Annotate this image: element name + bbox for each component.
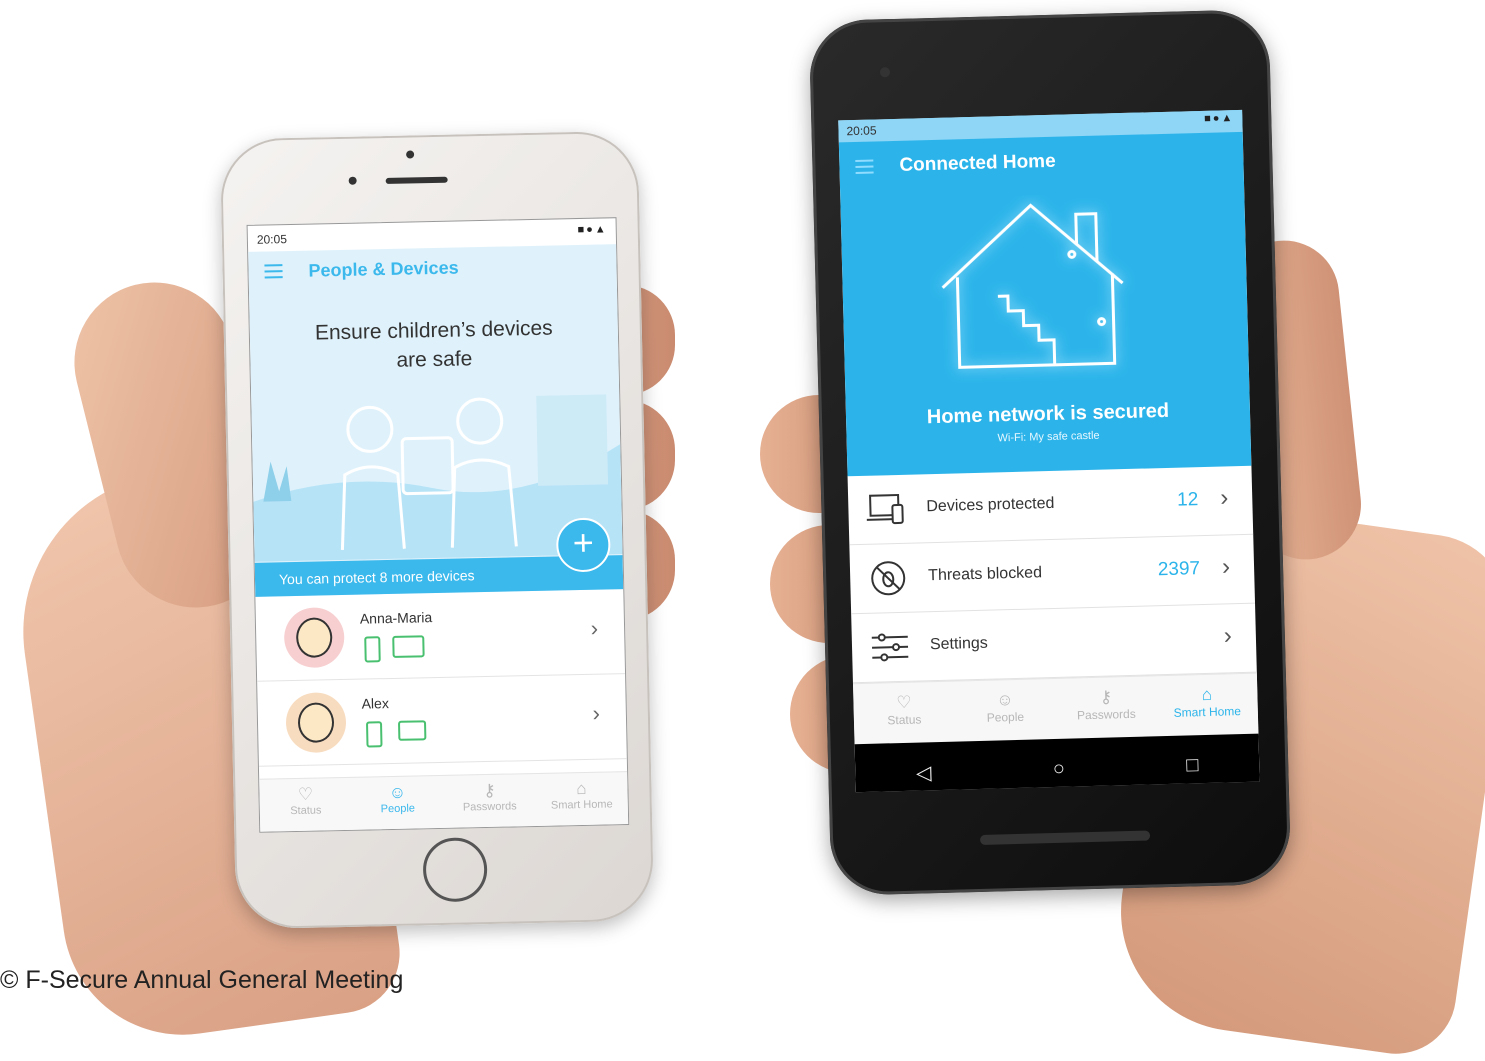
devices-count: 12 [1176,489,1199,511]
home-circle-icon[interactable]: ○ [1053,757,1066,780]
phone-icon [364,636,381,663]
key-icon: ⚷ [1099,687,1113,707]
chevron-right-icon: › [1223,622,1233,650]
person-row-alex[interactable]: Alex › [257,674,627,767]
tab-label: Status [887,712,922,728]
page-title: People & Devices [308,256,459,281]
front-camera [879,67,891,78]
threats-count: 2397 [1157,558,1201,581]
row-label: Settings [929,634,989,654]
chevron-right-icon: › [1221,553,1231,581]
phone-icon [365,721,383,748]
people-devices-screen: 20:05 ■●▲ People & Devices Ensure childr… [246,217,630,833]
tab-label: People [380,802,416,816]
person-name: Anna-Maria [359,609,433,627]
row-devices-protected[interactable]: Devices protected 12 › [847,465,1254,546]
hamburger-menu-icon[interactable] [264,260,283,282]
chevron-right-icon: › [592,700,601,726]
people-icon: ☺ [388,782,407,803]
tab-label: Smart Home [550,798,613,812]
back-icon[interactable]: ◁ [916,760,932,785]
iphone-device: 20:05 ■●▲ People & Devices Ensure childr… [219,130,655,930]
people-icon: ☺ [996,690,1014,710]
bottom-speaker [979,830,1151,845]
tab-people[interactable]: ☺ People [351,776,444,830]
chevron-right-icon: › [590,615,599,641]
tab-label: Status [290,804,322,818]
page-title: Connected Home [899,150,1056,176]
status-time: 20:05 [256,232,288,247]
tab-status[interactable]: ♡ Status [853,682,956,745]
android-device: 20:05 ■●▲ Connected Home Home network is… [808,9,1292,896]
earpiece-speaker [385,176,448,184]
proximity-sensor [348,176,357,185]
shield-icon: ♡ [896,692,912,713]
tablet-icon [392,635,425,658]
avatar [283,606,345,669]
hero-section: People & Devices Ensure children’s devic… [248,244,624,597]
sliders-icon [871,633,909,662]
tab-smart-home[interactable]: ⌂ Smart Home [535,772,628,826]
hamburger-menu-icon[interactable] [855,156,874,178]
key-icon: ⚷ [483,780,496,801]
status-icons: ■●▲ [577,223,608,236]
bottom-tab-bar: ♡ Status ☺ People ⚷ Passwords ⌂ Smart Ho… [852,672,1259,745]
front-camera [406,150,415,159]
devices-icon [866,493,904,525]
avatar [285,691,347,754]
tab-label: Smart Home [1173,704,1242,720]
tab-label: Passwords [462,800,517,814]
tab-label: Passwords [1076,706,1136,723]
connected-home-screen: 20:05 ■●▲ Connected Home Home network is… [838,109,1260,793]
tab-label: People [986,709,1025,725]
person-row-anna-maria[interactable]: Anna-Maria › [255,589,626,682]
status-icons: ■●▲ [1203,112,1235,125]
chevron-right-icon: › [1219,484,1229,512]
home-icon: ⌂ [576,778,587,799]
status-time: 20:05 [846,123,877,139]
tab-smart-home[interactable]: ⌂ Smart Home [1156,674,1259,737]
house-shield-illustration [941,203,1124,369]
recents-icon[interactable]: □ [1186,754,1199,777]
tablet-icon [397,720,427,741]
home-button[interactable] [422,837,488,903]
hero-headline: Ensure children’s devices are safe [314,316,553,372]
person-name: Alex [361,695,390,712]
tab-passwords[interactable]: ⚷ Passwords [1055,676,1158,739]
tab-status[interactable]: ♡ Status [259,778,352,832]
row-label: Threats blocked [927,564,1043,585]
tab-passwords[interactable]: ⚷ Passwords [443,774,536,828]
home-icon: ⌂ [1201,684,1213,705]
row-label: Devices protected [926,494,1055,516]
shield-icon: ♡ [297,784,314,804]
row-threats-blocked[interactable]: Threats blocked 2397 › [849,534,1256,615]
app-bar: Connected Home [839,132,1244,193]
bottom-tab-bar: ♡ Status ☺ People ⚷ Passwords ⌂ Smart Ho… [259,771,629,832]
row-settings[interactable]: Settings › [851,603,1257,684]
bug-blocked-icon [871,561,906,596]
app-bar: People & Devices [248,244,617,292]
footer-caption: © F-Secure Annual General Meeting [0,966,404,994]
network-status-heading: Home network is secured [926,399,1170,429]
hero-section: 20:05 ■●▲ Connected Home Home network is… [838,109,1252,477]
tab-people[interactable]: ☺ People [954,679,1057,742]
